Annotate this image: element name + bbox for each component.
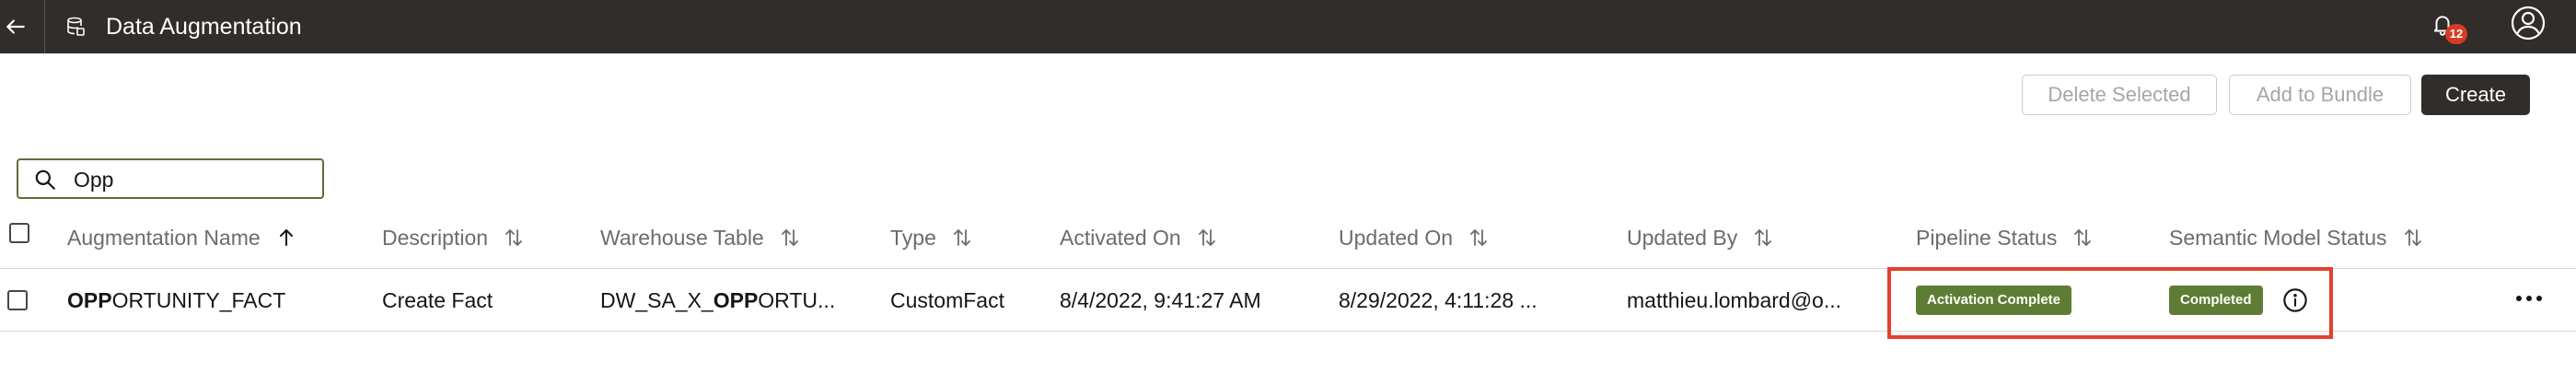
sort-icon [953, 229, 970, 246]
database-icon [67, 17, 85, 36]
sort-icon [1198, 229, 1215, 246]
cell-pipeline-status: Activation Complete [1916, 269, 2155, 332]
column-label: Augmentation Name [67, 225, 261, 250]
column-label: Activated On [1060, 225, 1181, 250]
semantic-model-status-badge: Completed [2169, 286, 2263, 315]
column-label: Pipeline Status [1916, 225, 2058, 250]
header-divider [44, 0, 45, 53]
column-header-semantic-model-status[interactable]: Semantic Model Status [2169, 221, 2424, 254]
column-label: Warehouse Table [600, 225, 764, 250]
column-header-warehouse-table[interactable]: Warehouse Table [600, 221, 801, 254]
column-header-augmentation-name[interactable]: Augmentation Name [67, 221, 297, 254]
row-actions-more-icon[interactable] [2513, 286, 2545, 311]
column-label: Semantic Model Status [2169, 225, 2387, 250]
table-row[interactable]: OPP ORTUNITY_FACT Create Fact DW_SA_X_ OPP… [0, 269, 2576, 332]
page-title: Data Augmentation [106, 14, 302, 40]
cell-updated-by: matthieu.lombard@o... [1627, 287, 1842, 312]
sort-icon [1755, 229, 1772, 246]
arrow-left-icon [6, 19, 25, 34]
column-header-updated-by[interactable]: Updated By [1627, 221, 1774, 254]
name-text: ORTUNITY_FACT [111, 287, 286, 312]
search-match-highlight: OPP [67, 287, 112, 312]
table-header: Augmentation Name Description Warehouse … [0, 210, 2576, 269]
cell-semantic-model-status: Completed [2169, 269, 2270, 332]
column-header-description[interactable]: Description [382, 221, 525, 254]
column-header-pipeline-status[interactable]: Pipeline Status [1916, 221, 2094, 254]
notification-count-badge: 12 [2445, 24, 2467, 44]
column-header-type[interactable]: Type [890, 221, 973, 254]
row-select-checkbox[interactable] [7, 290, 28, 310]
app-header: Data Augmentation 12 [0, 0, 2576, 53]
sort-ascending-icon [279, 229, 293, 246]
column-label: Updated On [1339, 225, 1454, 250]
column-label: Type [890, 225, 936, 250]
sort-icon [1470, 229, 1487, 246]
sort-icon [2404, 229, 2421, 246]
notifications-button[interactable]: 12 [2429, 11, 2467, 44]
cell-augmentation-name[interactable]: OPP ORTUNITY_FACT [67, 269, 371, 332]
warehouse-prefix: DW_SA_X_ [600, 287, 714, 312]
cell-activated-on: 8/4/2022, 9:41:27 AM [1060, 287, 1261, 312]
cell-type: CustomFact [890, 287, 1004, 312]
back-button[interactable] [0, 0, 31, 53]
cell-description: Create Fact [382, 287, 493, 312]
select-all-checkbox[interactable] [9, 223, 29, 243]
sort-icon [505, 229, 522, 246]
warehouse-rest: ORTU... [758, 287, 836, 312]
create-button[interactable]: Create [2421, 75, 2530, 115]
user-avatar-icon [2511, 6, 2546, 41]
info-icon[interactable] [2282, 287, 2308, 313]
search-field[interactable] [17, 158, 324, 199]
dot [2516, 296, 2522, 301]
column-header-activated-on[interactable]: Activated On [1060, 221, 1218, 254]
cell-warehouse-table: DW_SA_X_ OPP ORTU... [600, 269, 876, 332]
column-label: Updated By [1627, 225, 1738, 250]
column-label: Description [382, 225, 489, 250]
pipeline-status-badge: Activation Complete [1916, 286, 2072, 315]
search-icon [35, 169, 55, 190]
search-input[interactable] [74, 166, 313, 193]
cell-updated-on: 8/29/2022, 4:11:28 ... [1339, 287, 1537, 312]
sort-icon [2074, 229, 2092, 246]
column-header-updated-on[interactable]: Updated On [1339, 221, 1490, 254]
user-menu-button[interactable] [2510, 5, 2547, 41]
dot [2526, 296, 2532, 301]
sort-icon [781, 229, 798, 246]
add-to-bundle-button[interactable]: Add to Bundle [2229, 75, 2411, 115]
delete-selected-button[interactable]: Delete Selected [2022, 75, 2217, 115]
dot [2536, 296, 2542, 301]
search-match-highlight: OPP [713, 287, 759, 312]
